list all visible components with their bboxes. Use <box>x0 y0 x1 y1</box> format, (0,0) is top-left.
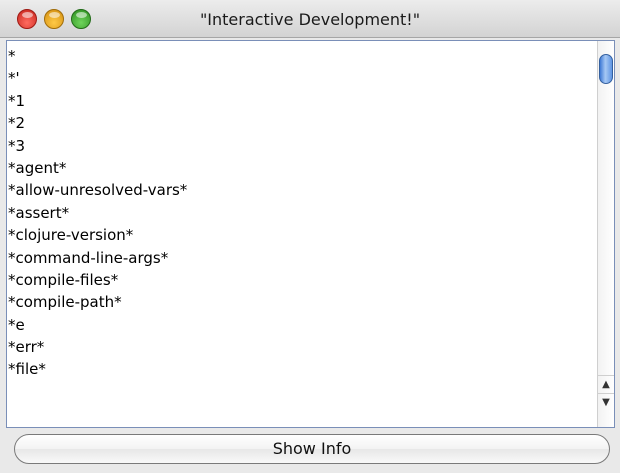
show-info-button[interactable]: Show Info <box>14 434 610 464</box>
symbol-list[interactable]: * *' *1 *2 *3 *agent* *allow-unresolved-vars* *… <box>6 40 615 428</box>
list-item[interactable]: *compile-path* <box>7 291 596 313</box>
list-item[interactable]: * <box>7 45 596 67</box>
list-item[interactable]: *2 <box>7 112 596 134</box>
list-item[interactable]: *clojure-version* <box>7 224 596 246</box>
window-title: "Interactive Development!" <box>199 10 421 29</box>
app-window: "Interactive Development!" * *' *1 *2 *3 *age… <box>0 0 620 473</box>
scrollbar-thumb[interactable] <box>599 54 613 84</box>
list-item[interactable]: *allow-unresolved-vars* <box>7 179 596 201</box>
vertical-scrollbar[interactable]: ▲ ▼ <box>597 41 614 427</box>
title-bar[interactable]: "Interactive Development!" <box>0 0 620 38</box>
scroll-up-arrow-icon[interactable]: ▲ <box>598 375 614 393</box>
list-item[interactable]: *' <box>7 67 596 89</box>
list-item[interactable]: *1 <box>7 90 596 112</box>
list-item[interactable]: *command-line-args* <box>7 247 596 269</box>
scroll-down-arrow-icon[interactable]: ▼ <box>598 393 614 411</box>
list-item[interactable]: *assert* <box>7 202 596 224</box>
list-item[interactable]: *compile-files* <box>7 269 596 291</box>
list-item[interactable]: *err* <box>7 336 596 358</box>
list-item[interactable]: *3 <box>7 135 596 157</box>
list-items-container: * *' *1 *2 *3 *agent* *allow-unresolved-vars* *… <box>7 41 596 427</box>
list-item[interactable]: *file* <box>7 358 596 380</box>
list-item[interactable]: *e <box>7 314 596 336</box>
list-item[interactable]: *agent* <box>7 157 596 179</box>
